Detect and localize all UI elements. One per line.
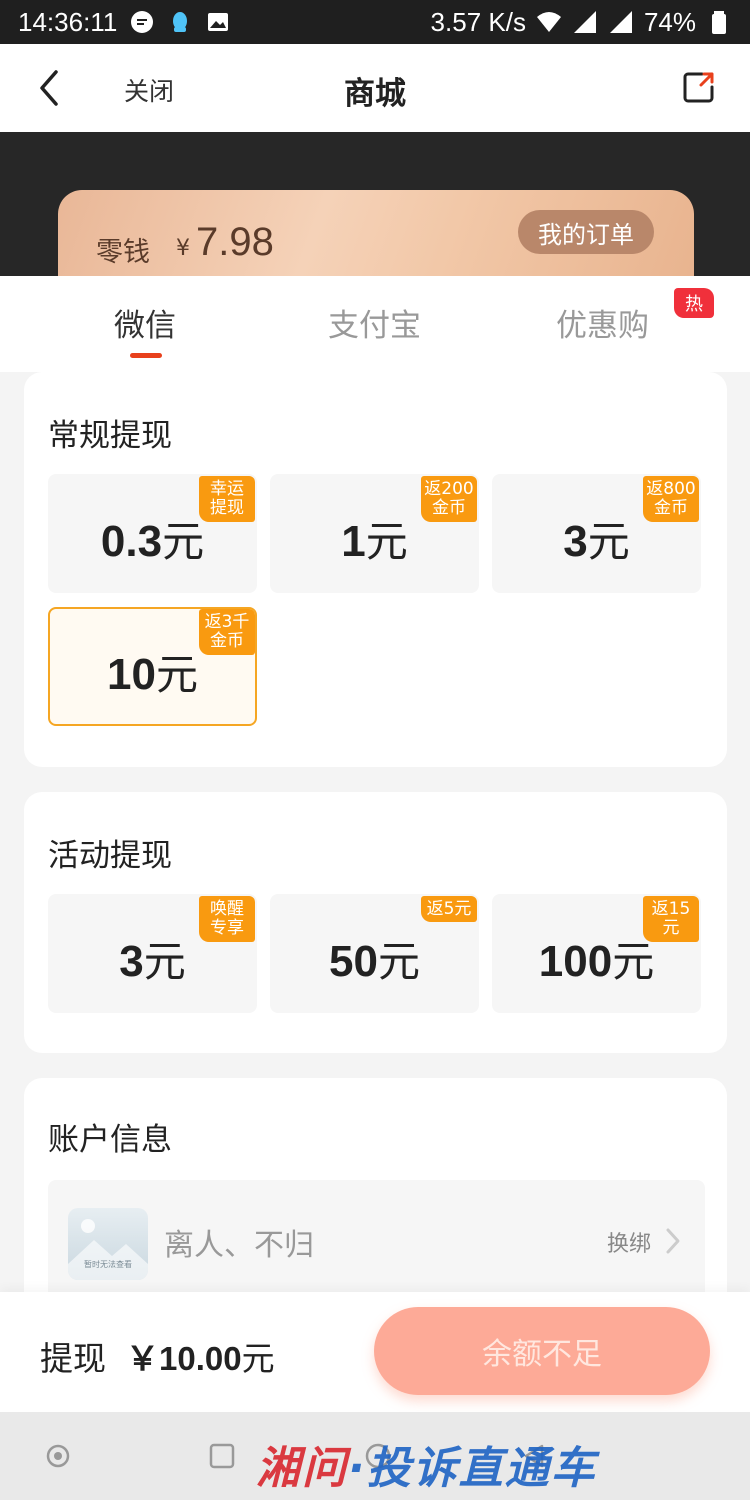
net-speed: 3.57 K/s — [430, 6, 526, 37]
back-arrow-icon[interactable] — [34, 68, 64, 108]
badge-line1: 返5元 — [426, 898, 472, 919]
battery-icon — [706, 9, 732, 35]
option-unit: 元 — [587, 517, 630, 566]
badge-line2: 金币 — [432, 498, 466, 518]
my-orders-button[interactable]: 我的订单 — [518, 210, 654, 254]
wifi-icon — [536, 9, 562, 35]
assist-icon[interactable] — [44, 1442, 72, 1470]
withdraw-option[interactable]: 3元 返800 金币 — [492, 474, 701, 593]
option-value: 10 — [107, 650, 156, 699]
withdraw-option[interactable]: 3元 唤醒 专享 — [48, 894, 257, 1013]
payment-tabs: 微信 支付宝 优惠购 热 — [0, 276, 750, 372]
withdraw-submit-button[interactable]: 余额不足 — [374, 1307, 710, 1395]
image-icon — [205, 9, 231, 35]
close-button[interactable]: 关闭 — [124, 72, 174, 108]
withdraw-amount: 10.00 — [159, 1340, 242, 1377]
badge-line2: 元 — [662, 918, 680, 938]
withdraw-currency: ￥ — [126, 1340, 159, 1377]
watermark-dot: · — [348, 1443, 367, 1494]
signal-icon — [572, 9, 598, 35]
option-unit: 元 — [143, 937, 186, 986]
battery-percent: 74% — [643, 6, 696, 37]
tab-discount[interactable]: 优惠购 — [556, 300, 649, 345]
activity-withdraw-card: 活动提现 3元 唤醒 专享 50元 返5元 100元 返15 元 — [24, 792, 727, 1053]
option-badge: 唤醒 专享 — [199, 896, 255, 942]
withdraw-option[interactable]: 0.3元 幸运 提现 — [48, 474, 257, 593]
option-unit: 元 — [155, 650, 198, 699]
withdraw-unit: 元 — [241, 1339, 275, 1378]
option-badge: 幸运 提现 — [199, 476, 255, 522]
option-value: 0.3 — [100, 517, 163, 566]
tab-wechat[interactable]: 微信 — [114, 300, 176, 345]
active-tab-indicator — [130, 353, 162, 358]
regular-withdraw-card: 常规提现 0.3元 幸运 提现 1元 返200 金币 3元 返800 金币 10… — [24, 372, 727, 767]
option-value: 3 — [119, 937, 144, 986]
option-badge: 返5元 — [421, 896, 477, 922]
account-row[interactable]: 暂时无法查看 离人、不归 换绑 — [48, 1180, 705, 1310]
chevron-right-icon — [666, 1228, 680, 1254]
hot-badge: 热 — [674, 288, 714, 318]
page-title: 商城 — [344, 76, 406, 112]
system-nav-bar: 湘问·投诉直通车 — [0, 1412, 750, 1500]
option-value: 100 — [538, 937, 613, 986]
account-info-title: 账户信息 — [48, 1122, 172, 1158]
badge-line1: 返15 — [651, 899, 691, 919]
withdraw-option[interactable]: 1元 返200 金币 — [270, 474, 479, 593]
option-value: 50 — [329, 937, 378, 986]
regular-withdraw-title: 常规提现 — [48, 418, 172, 454]
recents-icon[interactable] — [208, 1442, 236, 1470]
option-badge: 返200 金币 — [421, 476, 477, 522]
withdraw-option[interactable]: 100元 返15 元 — [492, 894, 701, 1013]
qq-icon — [167, 9, 193, 35]
tab-alipay[interactable]: 支付宝 — [328, 300, 421, 345]
option-badge: 返3千 金币 — [199, 609, 255, 655]
activity-withdraw-title: 活动提现 — [48, 838, 172, 874]
option-badge: 返15 元 — [643, 896, 699, 942]
option-unit: 元 — [162, 517, 205, 566]
bottom-bar: 提现 ￥10.00元 余额不足 — [0, 1292, 750, 1412]
badge-line1: 返3千 — [204, 612, 250, 632]
header-banner: 零钱 ¥ 7.98 我的订单 — [0, 132, 750, 276]
share-icon[interactable] — [682, 70, 716, 104]
account-name: 离人、不归 — [164, 1228, 314, 1263]
badge-line2: 专享 — [210, 918, 244, 938]
option-unit: 元 — [365, 517, 408, 566]
option-value: 1 — [341, 517, 366, 566]
option-value: 3 — [563, 517, 588, 566]
option-amount: 50元 — [270, 928, 479, 989]
option-unit: 元 — [612, 937, 655, 986]
nav-bar: 关闭 商城 — [0, 44, 750, 132]
avatar-placeholder-text: 暂时无法查看 — [84, 1260, 132, 1269]
withdraw-option[interactable]: 50元 返5元 — [270, 894, 479, 1013]
balance-currency: ¥ — [176, 236, 190, 261]
badge-line1: 幸运 — [210, 479, 244, 499]
watermark-part2: 投诉直通车 — [366, 1443, 597, 1494]
status-time: 14:36:11 — [18, 6, 118, 37]
signal-icon-2 — [608, 9, 634, 35]
balance-label: 零钱 — [96, 237, 150, 268]
withdraw-label: 提现 — [40, 1339, 106, 1378]
rebind-button[interactable]: 换绑 — [607, 1226, 651, 1258]
withdraw-option-selected[interactable]: 10元 返3千 金币 — [48, 607, 257, 726]
status-bar: 14:36:11 3.57 K/s 74% — [0, 0, 750, 44]
badge-line1: 返200 — [424, 479, 474, 499]
badge-line2: 金币 — [654, 498, 688, 518]
badge-line1: 返800 — [646, 479, 696, 499]
watermark-part1: 湘问 — [256, 1443, 348, 1494]
withdraw-total: ￥10.00元 — [126, 1332, 275, 1380]
option-unit: 元 — [377, 937, 420, 986]
badge-line1: 唤醒 — [210, 899, 244, 919]
balance-amount: 7.98 — [196, 220, 274, 264]
badge-line2: 提现 — [210, 498, 244, 518]
balance-card: 零钱 ¥ 7.98 我的订单 — [58, 190, 694, 276]
message-icon — [129, 9, 155, 35]
option-badge: 返800 金币 — [643, 476, 699, 522]
badge-line2: 金币 — [210, 631, 244, 651]
watermark-logo: 湘问·投诉直通车 — [256, 1432, 597, 1496]
avatar: 暂时无法查看 — [68, 1208, 148, 1280]
